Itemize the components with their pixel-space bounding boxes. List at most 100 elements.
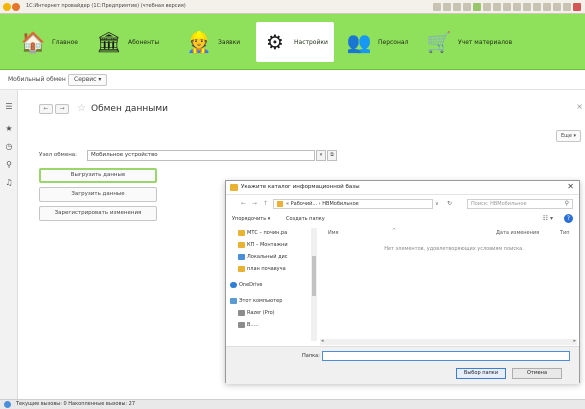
- file-list: Имя ^ Дата изменения Тип Нет элементов, …: [320, 228, 577, 338]
- toolbar-icon[interactable]: [523, 3, 531, 11]
- new-folder-button[interactable]: Создать папку: [286, 216, 325, 222]
- home-icon: 🏠: [20, 30, 46, 54]
- window-title: 1С:Интернет провайдер (1С:Предприятие) (…: [26, 3, 186, 9]
- scroll-right-icon[interactable]: ▸: [573, 338, 576, 344]
- toolbar-icon[interactable]: [433, 3, 441, 11]
- column-date[interactable]: Дата изменения: [496, 230, 539, 236]
- section-settings[interactable]: ⚙ Настройки: [256, 22, 334, 62]
- search-icon: ⚲: [564, 200, 569, 207]
- dialog-footer: Папка: Выбор папки Отмена: [226, 346, 579, 384]
- section-label: Заявки: [218, 38, 241, 46]
- chevron-down-icon[interactable]: ∨: [435, 201, 439, 207]
- toolbar-icon[interactable]: [493, 3, 501, 11]
- history-icon[interactable]: ◷: [4, 142, 14, 152]
- nav-item[interactable]: Локальный дис: [238, 252, 288, 262]
- nav-item[interactable]: OneDrive: [230, 280, 263, 290]
- column-name[interactable]: Имя: [328, 230, 339, 236]
- nav-item[interactable]: КП – Монтажни: [238, 240, 288, 250]
- toolbar-icon[interactable]: [453, 3, 461, 11]
- folder-icon: [277, 201, 283, 207]
- toolbar-icon[interactable]: [463, 3, 471, 11]
- toolbar-icon[interactable]: [513, 3, 521, 11]
- register-changes-button[interactable]: Зарегистрировать изменения: [39, 206, 157, 221]
- workers-icon: 👷: [186, 30, 212, 54]
- service-menu-button[interactable]: Сервис ▾: [68, 74, 108, 86]
- cancel-button[interactable]: Отмена: [512, 368, 562, 379]
- node-label: Узел обмена:: [39, 152, 78, 158]
- dialog-title: Укажите каталог информационной базы: [241, 184, 360, 190]
- export-data-button[interactable]: Выгрузить данные: [39, 168, 157, 183]
- toolbar-icon[interactable]: [443, 3, 451, 11]
- computer-icon: [230, 298, 237, 304]
- maximize-icon[interactable]: [563, 3, 571, 11]
- folder-input[interactable]: [322, 351, 570, 361]
- gear-icon: ⚙: [266, 30, 284, 54]
- nav-item[interactable]: Этот компьютер: [230, 296, 282, 306]
- nav-item[interactable]: Razer (Pro): [238, 308, 275, 318]
- organize-button[interactable]: Упорядочить ▾: [232, 216, 270, 222]
- nav-item-label: КП – Монтажни: [247, 242, 288, 248]
- folder-label: Папка:: [302, 353, 320, 359]
- folder-icon: [238, 266, 245, 272]
- nav-item-label: В.....: [247, 322, 259, 328]
- scroll-left-icon[interactable]: ◂: [321, 338, 324, 344]
- bell-icon[interactable]: ♫: [4, 178, 14, 188]
- node-input[interactable]: Мобильное устройство: [87, 150, 315, 161]
- back-icon[interactable]: ←: [39, 104, 53, 114]
- status-text: Текущие вызовы: 0 Накопленные вызовы: 27: [16, 401, 136, 407]
- section-label: Главное: [52, 38, 78, 46]
- star-icon[interactable]: ☆: [77, 103, 86, 114]
- form-nav: ← →: [39, 104, 69, 114]
- address-bar[interactable]: « Рабочий... › НВМобильное: [273, 199, 433, 209]
- toolbar-icon[interactable]: [503, 3, 511, 11]
- form-title: Обмен данными: [91, 104, 168, 114]
- select-folder-button[interactable]: Выбор папки: [456, 368, 506, 379]
- section-staff[interactable]: 👥 Персонал: [340, 22, 414, 62]
- section-main[interactable]: 🏠 Главное: [14, 22, 84, 62]
- search-input[interactable]: Поиск: НВМобильное ⚲: [467, 199, 573, 209]
- folder-dialog: Укажите каталог информационной базы ✕ ← …: [225, 180, 580, 384]
- nav-item-label: МТС – почин.ра: [247, 230, 288, 236]
- column-type[interactable]: Тип: [560, 230, 570, 236]
- dialog-close-icon[interactable]: ✕: [567, 182, 574, 191]
- nav-item[interactable]: В.....: [238, 320, 258, 330]
- nav-item-label: Локальный дис: [247, 254, 288, 260]
- mobile-exchange-link[interactable]: Мобильный обмен: [8, 76, 66, 83]
- toolbar-icon[interactable]: [483, 3, 491, 11]
- section-label: Абоненты: [128, 38, 160, 46]
- favorites-icon[interactable]: ★: [4, 124, 14, 134]
- file-list-header: Имя ^ Дата изменения Тип: [320, 228, 577, 238]
- horizontal-scrollbar[interactable]: ◂ ▸: [320, 338, 577, 345]
- import-data-button[interactable]: Загрузить данные: [39, 187, 157, 202]
- toolbar-icon[interactable]: [533, 3, 541, 11]
- menu-icon[interactable]: [12, 3, 20, 11]
- close-icon[interactable]: [573, 3, 581, 11]
- titlebar-toolbar: [433, 3, 581, 11]
- more-button[interactable]: Еще ▾: [555, 130, 581, 142]
- toolbar-icon[interactable]: [543, 3, 551, 11]
- menu-grid-icon[interactable]: ☰: [4, 102, 14, 112]
- section-subscribers[interactable]: 🏛 Абоненты: [90, 22, 165, 62]
- refresh-icon[interactable]: ↻: [447, 200, 452, 207]
- drive-icon: [238, 254, 245, 260]
- help-icon[interactable]: ?: [564, 214, 573, 223]
- section-materials[interactable]: 🛒 Учет материалов: [420, 22, 518, 62]
- search-icon[interactable]: ⚲: [4, 160, 14, 170]
- view-options-icon[interactable]: ☷ ▾: [543, 215, 553, 222]
- status-bar: Текущие вызовы: 0 Накопленные вызовы: 27: [0, 399, 585, 409]
- nav-scrollbar[interactable]: [311, 228, 317, 341]
- forward-icon[interactable]: →: [55, 104, 69, 114]
- nav-item-label: Этот компьютер: [239, 298, 283, 304]
- section-requests[interactable]: 👷 Заявки: [180, 22, 246, 62]
- nav-item[interactable]: план почавуча: [238, 264, 286, 274]
- node-dropdown-icon[interactable]: ▾: [316, 150, 326, 161]
- toolbar-icon[interactable]: [473, 3, 481, 11]
- sections-panel: 🏠 Главное 🏛 Абоненты 👷 Заявки ⚙ Настройк…: [0, 14, 585, 70]
- minimize-icon[interactable]: [553, 3, 561, 11]
- sort-icon: ^: [392, 228, 397, 234]
- nav-item[interactable]: МТС – почин.ра: [238, 228, 287, 238]
- scroll-thumb[interactable]: [312, 256, 316, 296]
- nav-arrows-icon[interactable]: ← → ↑: [241, 200, 270, 207]
- node-open-icon[interactable]: ⧉: [327, 150, 337, 161]
- form-close-icon[interactable]: ×: [576, 102, 583, 111]
